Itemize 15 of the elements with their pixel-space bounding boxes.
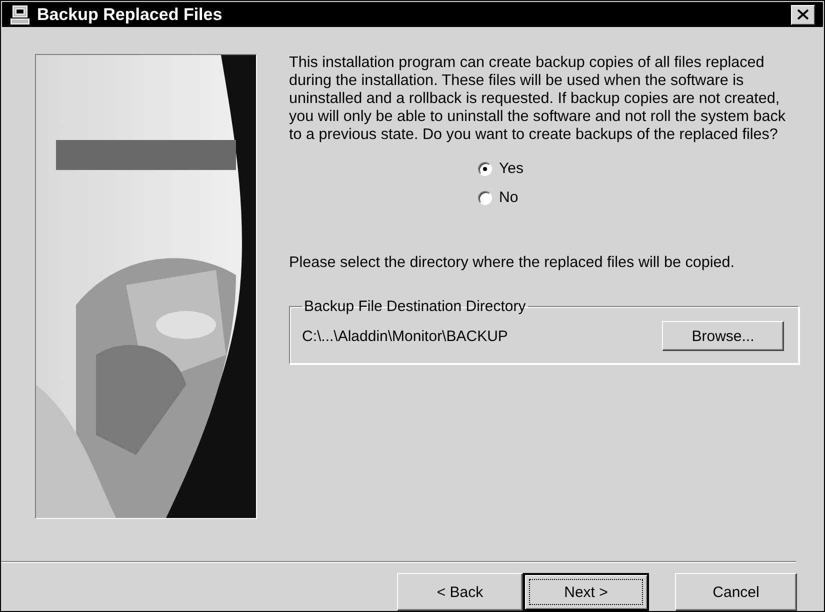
radio-button[interactable] [478, 162, 492, 176]
close-button[interactable] [791, 4, 815, 24]
window-title: Backup Replaced Files [37, 4, 224, 24]
directory-path: C:\...\Aladdin\Monitor\BACKUP [302, 328, 508, 344]
radio-label: No [499, 189, 518, 206]
next-button[interactable]: Next > [523, 573, 649, 611]
cancel-button[interactable]: Cancel [675, 573, 797, 611]
browse-button[interactable]: Browse... [662, 321, 784, 351]
close-icon [797, 9, 809, 20]
radio-button[interactable] [478, 190, 492, 204]
description-text: This installation program can create backup copies of all files replaced during the installation. These files will be used when the software is uninstalled and a rollback is requested. If backup copies are not created, you will only be able to uninstall the software and not roll the system back to a previous state. Do you want to create backups of the replaced files? [289, 54, 787, 144]
group-title: Backup File Destination Directory [303, 298, 527, 315]
back-button[interactable]: < Back [397, 573, 523, 611]
directory-prompt: Please select the directory where the replaced files will be copied. [289, 254, 736, 272]
radio-label: Yes [499, 160, 524, 177]
